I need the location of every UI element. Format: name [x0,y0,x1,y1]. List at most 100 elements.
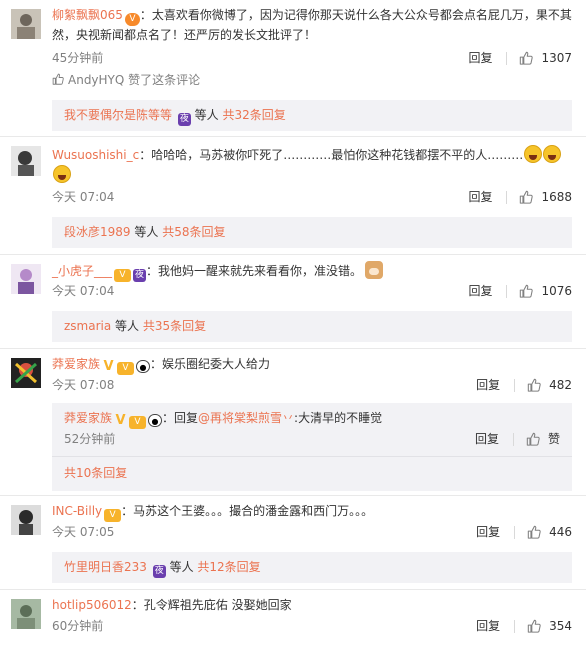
like-icon[interactable] [519,51,533,65]
username[interactable]: 柳絮飘飘065 [52,8,123,22]
nested-reply-text: :大清早的不睡觉 [294,411,383,425]
reply-mid-text: 等人 [134,225,159,239]
timestamp: 今天 07:04 [52,284,115,298]
reply-users[interactable]: 段冰彦1989 [64,225,131,239]
reply-mid-text: 等人 [194,108,219,122]
vip-badge-icon: V [114,269,132,282]
divider [512,432,514,446]
reply-thread: 莽爱家族 V V ● ：回复@再将棠梨煎雪丷:大清早的不睡觉 52分钟前 回复 赞 共1… [52,403,572,491]
comment-text-line: ：哈哈哈，马苏被你吓死了…………最怕你这种花钱都摆不平的人……… [139,148,524,162]
reply-button[interactable]: 回复 [468,49,492,67]
reply-total[interactable]: 共10条回复 [64,466,127,480]
badge-icon: 夜 [177,113,191,126]
like-icon[interactable] [526,432,540,446]
username[interactable]: 莽爱家族 [64,411,112,425]
divider [0,495,586,496]
comment-text-line: ：我他妈一醒来就先来看看你，准没错。 [146,264,363,278]
vip-badge-icon: V [117,362,135,375]
reply-button[interactable]: 回复 [468,282,492,300]
reply-summary[interactable]: 竹里明日香233 夜 等人 共12条回复 [52,552,572,583]
reply-mid-text: 等人 [169,560,194,574]
nested-reply-prefix: ：回复 [162,411,199,425]
comment-text: hotlip506012：孔令辉祖先庇佑 没娶她回家 [52,596,572,615]
username[interactable]: Wusuoshishi_c [52,148,139,162]
comment-text: Wusuoshishi_c：哈哈哈，马苏被你吓死了…………最怕你这种花钱都摆不平… [52,145,572,165]
avatar[interactable] [11,264,41,294]
reply-button[interactable]: 回复 [468,188,492,206]
comment-text-line: ：娱乐圈纪委大人给力 [150,357,271,371]
divider [0,254,586,255]
comment-text: _小虎子___ V 夜：我他妈一醒来就先来看看你，准没错。 [52,261,572,282]
vip-badge-icon: V [104,509,122,522]
avatar[interactable] [11,599,41,629]
timestamp: 45分钟前 [52,51,104,65]
comment-text: 莽爱家族 V V ● ：娱乐圈纪委大人给力 [52,355,572,375]
liked-by-text: AndyHYQ 赞了这条评论 [68,73,201,87]
mention-link[interactable]: @再将棠梨煎雪丷 [198,411,294,425]
like-icon[interactable] [519,190,533,204]
reply-button[interactable]: 回复 [476,523,500,541]
panda-badge-icon: ● [148,414,163,427]
comment-text-line: ：太喜欢看你微博了，因为记得你那天说什么各大公众号都会点名屁几万，果不其 [139,8,572,22]
like-count: 1688 [541,190,572,204]
reply-users[interactable]: 竹里明日香233 [64,560,147,574]
like-icon[interactable] [527,378,541,392]
divider [0,348,586,349]
reply-mid-text: 等人 [115,319,140,333]
username[interactable]: INC-Billy [52,504,102,518]
like-count: 1076 [541,284,572,298]
badge-icon: 夜 [133,269,147,282]
reply-button[interactable]: 回复 [475,430,499,448]
divider [514,525,516,539]
reply-total[interactable]: 共32条回复 [223,108,286,122]
liked-by-note: AndyHYQ 赞了这条评论 [52,71,200,89]
vip-badge-icon: V [124,13,140,26]
like-count: 446 [549,525,572,539]
reply-total[interactable]: 共35条回复 [143,319,206,333]
like-count: 1307 [541,51,572,65]
username[interactable]: 莽爱家族 [52,357,100,371]
badge-icon: 夜 [152,565,166,578]
comment-text: 柳絮飘飘065 V ：太喜欢看你微博了，因为记得你那天说什么各大公众号都会点名屁几万… [52,6,572,26]
reply-users[interactable]: 我不要偶尔是陈等等 [64,108,172,122]
divider [506,51,508,65]
timestamp: 60分钟前 [52,619,104,633]
username[interactable]: _小虎子___ [52,264,112,278]
like-icon[interactable] [519,284,533,298]
reply-total[interactable]: 共58条回复 [162,225,225,239]
reply-total[interactable]: 共12条回复 [197,560,260,574]
comment-text-line: ：马苏这个王婆。。。撮合的潘金露和西门万。。。 [121,504,374,518]
reply-summary[interactable]: 段冰彦1989 等人 共58条回复 [52,217,572,248]
like-icon[interactable] [527,619,541,633]
reply-summary[interactable]: 我不要偶尔是陈等等 夜 等人 共32条回复 [52,100,572,131]
comment-text-line: ：孔令辉祖先庇佑 没娶她回家 [131,598,292,612]
timestamp: 今天 07:08 [52,378,115,392]
divider [514,378,516,392]
avatar[interactable] [11,9,41,39]
comment-text: INC-Billy V ：马苏这个王婆。。。撮合的潘金露和西门万。。。 [52,502,572,522]
timestamp: 今天 07:05 [52,525,115,539]
avatar[interactable] [11,358,41,388]
divider [506,284,508,298]
divider [52,456,572,457]
like-icon[interactable] [527,525,541,539]
avatar[interactable] [11,505,41,535]
verified-v-icon: V [115,413,126,428]
laugh-emoji-icon [53,165,71,183]
avatar[interactable] [11,146,41,176]
timestamp: 52分钟前 [64,432,116,446]
like-count: 354 [549,619,572,633]
divider [0,589,586,590]
reply-button[interactable]: 回复 [476,617,500,635]
reply-users[interactable]: zsmaria [64,319,111,333]
divider [506,190,508,204]
like-label[interactable]: 赞 [548,430,560,448]
nested-reply: 莽爱家族 V V ● ：回复@再将棠梨煎雪丷:大清早的不睡觉 [64,409,382,429]
reply-summary[interactable]: zsmaria 等人 共35条回复 [52,311,572,342]
like-icon [52,73,64,85]
reply-button[interactable]: 回复 [476,376,500,394]
dog-emoji-icon [365,261,384,279]
vip-badge-icon: V [129,416,147,429]
divider [514,619,516,633]
username[interactable]: hotlip506012 [52,598,132,612]
